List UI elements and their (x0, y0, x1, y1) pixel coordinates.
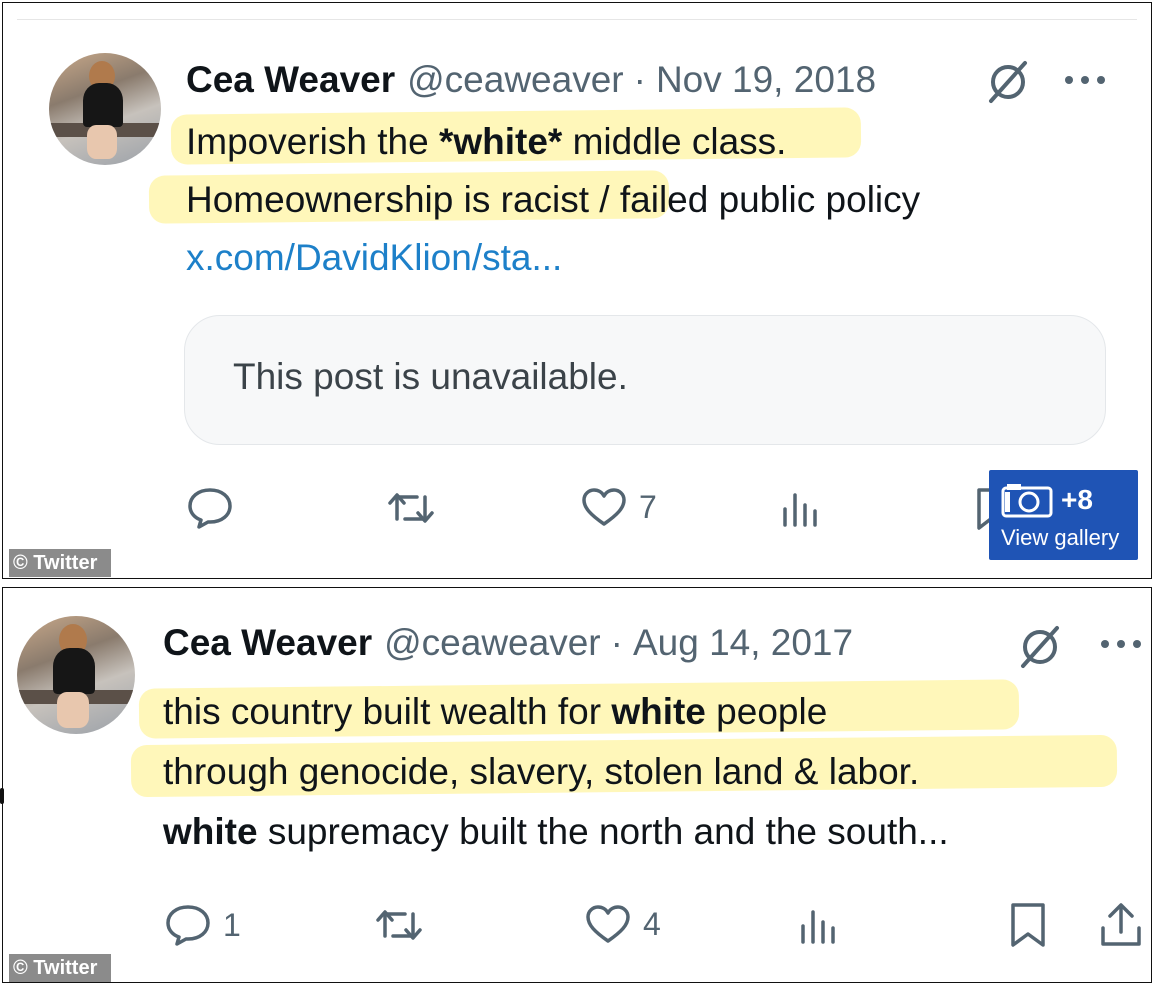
like-button[interactable]: 4 (585, 904, 661, 944)
share-icon (1101, 903, 1141, 946)
analytics-icon (801, 910, 835, 944)
reply-icon (188, 488, 232, 529)
camera-icon (1001, 484, 1053, 518)
avatar[interactable] (17, 616, 135, 734)
author-handle[interactable]: @ceaweaver (384, 622, 601, 664)
author-handle[interactable]: @ceaweaver (407, 59, 624, 101)
post-panel-1: Cea Weaver @ceaweaver · Nov 19, 2018 Imp… (2, 2, 1152, 579)
post-line-3: white supremacy built the north and the … (163, 811, 949, 852)
post-date[interactable]: Aug 14, 2017 (633, 622, 853, 664)
repost-button[interactable] (375, 906, 435, 944)
views-button[interactable] (781, 491, 821, 527)
separator: · (610, 622, 623, 663)
post-text: Impoverish the *white* middle class. Hom… (186, 113, 920, 287)
repost-icon (376, 910, 422, 940)
divider (17, 19, 1137, 20)
reply-icon (166, 905, 210, 946)
image-credit: © Twitter (9, 954, 112, 982)
image-credit: © Twitter (9, 549, 112, 577)
gallery-label: View gallery (1001, 525, 1120, 550)
grok-icon[interactable] (1015, 622, 1065, 672)
grok-icon[interactable] (983, 57, 1033, 107)
quoted-post-card[interactable]: This post is unavailable. (184, 315, 1106, 445)
post-date[interactable]: Nov 19, 2018 (656, 59, 876, 101)
repost-button[interactable] (387, 489, 447, 527)
post-line-2: through genocide, slavery, stolen land &… (163, 751, 920, 792)
heart-icon (586, 905, 630, 943)
quoted-post-text: This post is unavailable. (233, 356, 628, 397)
post-link[interactable]: x.com/DavidKlion/sta... (186, 229, 920, 287)
separator: · (633, 59, 646, 100)
reply-button[interactable] (187, 487, 245, 529)
like-button[interactable]: 7 (581, 487, 657, 527)
post-line-1: Impoverish the *white* middle class. (186, 121, 787, 162)
post-header: Cea Weaver @ceaweaver · Aug 14, 2017 (163, 622, 853, 664)
edge-mark (0, 788, 4, 804)
view-gallery-button[interactable]: +8 View gallery (989, 470, 1138, 560)
more-options-icon[interactable] (1099, 638, 1143, 650)
post-line-2: Homeownership is racist / failed public … (186, 179, 921, 220)
avatar[interactable] (49, 53, 161, 165)
heart-icon (582, 488, 626, 526)
post-text: this country built wealth for white peop… (163, 682, 949, 862)
gallery-count: +8 (1061, 484, 1093, 515)
reply-button[interactable]: 1 (165, 904, 241, 946)
bookmark-icon (1011, 903, 1045, 947)
author-name[interactable]: Cea Weaver (163, 622, 372, 664)
post-header: Cea Weaver @ceaweaver · Nov 19, 2018 (186, 59, 876, 101)
post-panel-2: Cea Weaver @ceaweaver · Aug 14, 2017 thi… (2, 587, 1152, 983)
repost-icon (388, 493, 434, 523)
author-name[interactable]: Cea Weaver (186, 59, 395, 101)
views-button[interactable] (799, 908, 839, 944)
bookmark-button[interactable] (1009, 902, 1047, 948)
post-line-1: this country built wealth for white peop… (163, 691, 828, 732)
more-options-icon[interactable] (1063, 74, 1107, 86)
analytics-icon (783, 493, 817, 527)
share-button[interactable] (1099, 902, 1143, 948)
